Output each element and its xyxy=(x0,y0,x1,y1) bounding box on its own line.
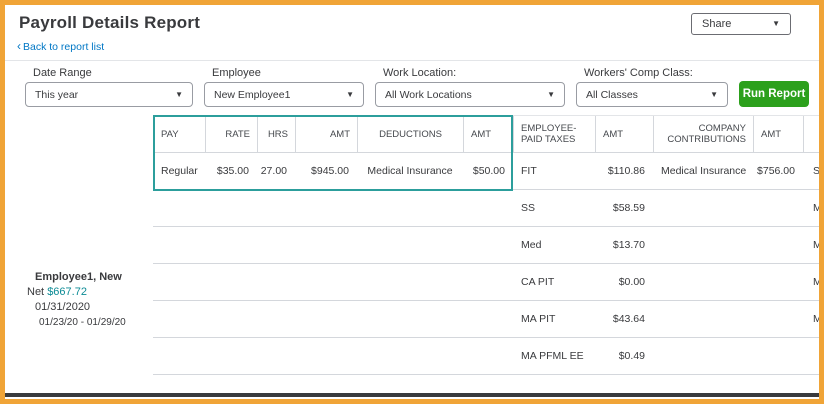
cell-clipped xyxy=(803,338,819,374)
payroll-details-report-page: Payroll Details Report Share ▼ ‹ Back to … xyxy=(0,0,824,404)
date-range-filter: Date Range This year ▼ xyxy=(25,67,193,107)
pay-date: 01/31/2020 xyxy=(35,301,91,313)
cell-clipped: S xyxy=(803,153,819,189)
pay-period: 01/23/20 - 01/29/20 xyxy=(39,317,126,328)
table-row: MA PFML EE $0.49 xyxy=(153,338,819,375)
employee-dropdown[interactable]: New Employee1 ▼ xyxy=(204,82,364,107)
cell-amt-tax: $0.00 xyxy=(618,276,645,288)
column-header-employee-paid-taxes: EMPLOYEE-PAID TAXES xyxy=(513,116,595,152)
cell-tax: Med xyxy=(521,239,542,251)
cell-clipped: M xyxy=(803,301,819,337)
column-header-hrs: HRS xyxy=(257,116,295,152)
employee-info: Employee1, New Net $667.72 01/31/2020 01… xyxy=(27,270,126,330)
column-header-deductions: DEDUCTIONS xyxy=(357,116,463,152)
workers-comp-filter: Workers' Comp Class: All Classes ▼ xyxy=(576,67,728,107)
cell-amt-tax: $58.59 xyxy=(612,202,645,214)
cell-clipped: M xyxy=(803,190,819,226)
table-row: Med $13.70 M xyxy=(153,227,819,264)
table-bottom-border xyxy=(5,393,819,397)
share-button[interactable]: Share ▼ xyxy=(691,13,791,35)
table-header-row: PAY RATE HRS AMT DEDUCTIONS AMT EMPLOYEE… xyxy=(153,115,819,153)
chevron-down-icon: ▼ xyxy=(175,89,183,99)
cell-amt-tax: $13.70 xyxy=(612,239,645,251)
run-report-button[interactable]: Run Report xyxy=(739,81,809,107)
chevron-down-icon: ▼ xyxy=(772,19,780,28)
column-header-company-contributions: COMPANY CONTRIBUTIONS xyxy=(653,116,753,152)
column-header-clipped xyxy=(803,116,819,152)
cell-hrs: 27.00 xyxy=(260,165,287,177)
column-header-rate: RATE xyxy=(205,116,257,152)
cell-tax: MA PIT xyxy=(521,313,556,325)
page-title: Payroll Details Report xyxy=(19,13,201,32)
cell-tax: CA PIT xyxy=(521,276,555,288)
top-bar: Payroll Details Report Share ▼ xyxy=(5,5,819,35)
employee-value: New Employee1 xyxy=(214,88,291,101)
column-header-amt-deductions: AMT xyxy=(463,116,513,152)
chevron-down-icon: ▼ xyxy=(346,89,354,99)
column-header-pay: PAY xyxy=(153,116,205,152)
table-row: CA PIT $0.00 M xyxy=(153,264,819,301)
employee-filter: Employee New Employee1 ▼ xyxy=(204,67,364,107)
cell-rate: $35.00 xyxy=(216,165,249,177)
net-amount: $667.72 xyxy=(47,286,87,298)
cell-amt-pay: $945.00 xyxy=(311,165,349,177)
employee-label: Employee xyxy=(212,67,261,79)
net-pay: Net $667.72 xyxy=(27,285,126,300)
column-header-amt-contributions: AMT xyxy=(753,116,803,152)
column-header-amt-pay: AMT xyxy=(295,116,357,152)
cell-amt-tax: $43.64 xyxy=(612,313,645,325)
chevron-down-icon: ▼ xyxy=(710,89,718,99)
employee-column: Employee1, New Net $667.72 01/31/2020 01… xyxy=(5,115,153,375)
column-header-amt-taxes: AMT xyxy=(595,116,653,152)
workers-comp-label: Workers' Comp Class: xyxy=(584,67,693,79)
chevron-down-icon: ▼ xyxy=(547,89,555,99)
share-label: Share xyxy=(702,18,732,30)
work-location-value: All Work Locations xyxy=(385,88,472,101)
date-range-dropdown[interactable]: This year ▼ xyxy=(25,82,193,107)
workers-comp-dropdown[interactable]: All Classes ▼ xyxy=(576,82,728,107)
net-label: Net xyxy=(27,286,48,298)
cell-deduction: Medical Insurance xyxy=(367,165,453,177)
cell-clipped: M xyxy=(803,264,819,300)
cell-amt-deduction: $50.00 xyxy=(472,165,505,177)
cell-amt-tax: $0.49 xyxy=(618,350,645,362)
table-row: SS $58.59 M xyxy=(153,190,819,227)
report-columns: PAY RATE HRS AMT DEDUCTIONS AMT EMPLOYEE… xyxy=(153,115,819,375)
cell-tax: SS xyxy=(521,202,536,214)
work-location-dropdown[interactable]: All Work Locations ▼ xyxy=(375,82,565,107)
cell-tax: MA PFML EE xyxy=(521,350,584,362)
cell-tax: FIT xyxy=(521,165,537,177)
date-range-value: This year xyxy=(35,88,79,101)
cell-amt-contribution: $756.00 xyxy=(757,165,795,177)
workers-comp-value: All Classes xyxy=(586,88,638,101)
work-location-label: Work Location: xyxy=(383,67,457,79)
date-range-label: Date Range xyxy=(33,67,92,79)
cell-pay: Regular xyxy=(161,165,198,177)
back-chevron-icon: ‹ xyxy=(17,39,21,53)
filter-bar: Date Range This year ▼ Employee New Empl… xyxy=(5,61,819,107)
table-row: MA PIT $43.64 M xyxy=(153,301,819,338)
cell-amt-tax: $110.86 xyxy=(607,165,645,177)
work-location-filter: Work Location: All Work Locations ▼ xyxy=(375,67,565,107)
table-row: Regular $35.00 27.00 $945.00 Medical Ins… xyxy=(153,153,819,190)
cell-clipped: M xyxy=(803,227,819,263)
back-link-label: Back to report list xyxy=(23,41,105,53)
cell-contribution: Medical Insurance xyxy=(661,165,747,177)
report-table: Employee1, New Net $667.72 01/31/2020 01… xyxy=(5,115,819,375)
back-link[interactable]: ‹ Back to report list xyxy=(17,39,104,53)
employee-name: Employee1, New xyxy=(35,271,122,283)
